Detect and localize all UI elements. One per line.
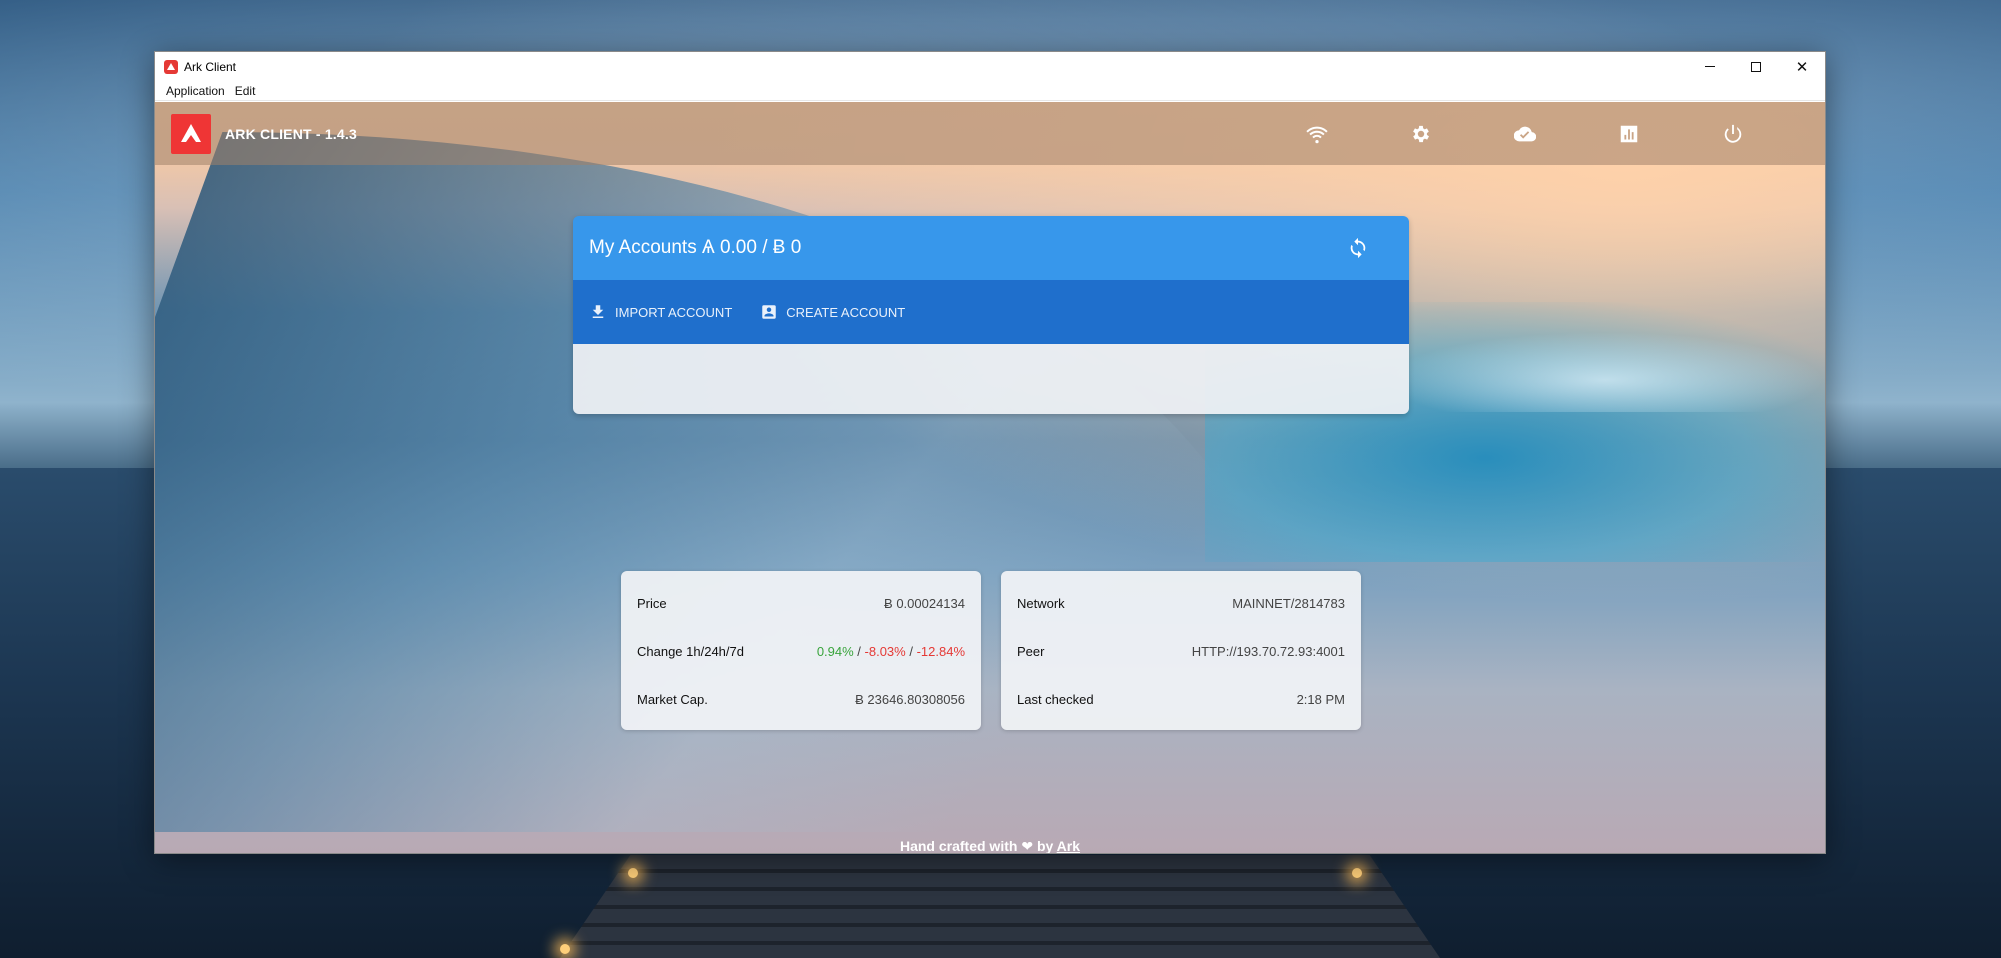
- cloud-done-icon: [1514, 126, 1536, 141]
- menu-bar: Application Edit: [155, 81, 1825, 101]
- desktop-pier: [560, 855, 1440, 958]
- peer-label: Peer: [1017, 643, 1045, 659]
- network-row: Network MAINNET/2814783: [1017, 579, 1345, 627]
- brand-title: ARK CLIENT - 1.4.3: [225, 125, 357, 142]
- change-separator: /: [853, 643, 865, 659]
- accounts-actions: IMPORT ACCOUNT CREATE ACCOUNT: [573, 280, 1409, 344]
- import-account-button[interactable]: IMPORT ACCOUNT: [589, 303, 732, 321]
- footer-by: by: [1036, 838, 1054, 854]
- price-value: Ƀ 0.00024134: [884, 595, 965, 611]
- ark-link[interactable]: Ark: [1057, 838, 1080, 853]
- price-label: Price: [637, 595, 667, 611]
- footer-text: Hand crafted with: [899, 838, 1018, 854]
- peer-row: Peer HTTP://193.70.72.93:4001: [1017, 627, 1345, 675]
- chart-icon: [1620, 125, 1638, 142]
- settings-button[interactable]: [1369, 102, 1473, 165]
- pier-light: [560, 944, 570, 954]
- change-1h: 0.94%: [816, 643, 854, 659]
- change-separator: /: [905, 643, 917, 659]
- market-card: Price Ƀ 0.00024134 Change 1h/24h/7d 0.94…: [621, 571, 981, 730]
- last-checked-value: 2:18 PM: [1296, 691, 1345, 707]
- network-button[interactable]: [1265, 102, 1369, 165]
- import-account-label: IMPORT ACCOUNT: [615, 304, 733, 320]
- gear-icon: [1413, 125, 1429, 142]
- market-cap-value: Ƀ 23646.80308056: [855, 691, 965, 707]
- accounts-card: My Accounts Ѧ 0.00 / Ƀ 0 IMPORT ACCOUNT …: [573, 216, 1409, 414]
- market-cap-row: Market Cap. Ƀ 23646.80308056: [637, 675, 965, 723]
- stats-button[interactable]: [1577, 102, 1681, 165]
- refresh-button[interactable]: [1347, 237, 1369, 259]
- sync-status-button[interactable]: [1473, 102, 1577, 165]
- app-content: ARK CLIENT - 1.4.3 My Accounts Ѧ 0.00 / …: [155, 102, 1825, 854]
- maximize-button[interactable]: [1733, 52, 1779, 81]
- change-7d: -12.84%: [916, 643, 965, 659]
- network-label: Network: [1017, 595, 1065, 611]
- power-icon: [1724, 124, 1742, 143]
- accounts-header: My Accounts Ѧ 0.00 / Ƀ 0: [573, 216, 1409, 280]
- close-button[interactable]: ✕: [1779, 52, 1825, 81]
- last-checked-label: Last checked: [1017, 691, 1094, 707]
- toolbar-icons: [1265, 102, 1785, 165]
- change-row: Change 1h/24h/7d 0.94% / -8.03% / -12.84…: [637, 627, 965, 675]
- network-value: MAINNET/2814783: [1232, 595, 1345, 611]
- title-bar[interactable]: Ark Client ✕: [155, 52, 1825, 81]
- quit-button[interactable]: [1681, 102, 1785, 165]
- contact-card-icon: [762, 305, 777, 319]
- create-account-button[interactable]: CREATE ACCOUNT: [760, 303, 905, 321]
- download-icon: [592, 305, 604, 318]
- pier-light: [1352, 868, 1362, 878]
- minimize-icon: [1705, 66, 1715, 67]
- accounts-title: My Accounts Ѧ 0.00 / Ƀ 0: [589, 237, 802, 258]
- market-cap-label: Market Cap.: [637, 691, 708, 707]
- app-window: Ark Client ✕ Application Edit ARK CLIENT…: [154, 51, 1826, 854]
- ark-logo: [171, 113, 211, 154]
- price-row: Price Ƀ 0.00024134: [637, 579, 965, 627]
- change-24h: -8.03%: [864, 643, 906, 659]
- maximize-icon: [1751, 61, 1761, 72]
- background-wave-foam: [1385, 332, 1825, 412]
- change-label: Change 1h/24h/7d: [637, 643, 744, 659]
- network-card: Network MAINNET/2814783 Peer HTTP://193.…: [1001, 571, 1361, 730]
- minimize-button[interactable]: [1687, 52, 1733, 81]
- ark-app-icon: [164, 59, 178, 74]
- wifi-icon: [1306, 126, 1328, 143]
- menu-application[interactable]: Application: [161, 84, 230, 98]
- peer-value: HTTP://193.70.72.93:4001: [1191, 643, 1345, 659]
- accounts-list: [573, 344, 1409, 414]
- pier-light: [628, 868, 638, 878]
- window-controls: ✕: [1687, 52, 1825, 81]
- close-icon: ✕: [1795, 58, 1809, 76]
- footer: Hand crafted with ❤ by Ark: [155, 838, 1825, 854]
- change-value: 0.94% / -8.03% / -12.84%: [817, 644, 965, 659]
- last-checked-row: Last checked 2:18 PM: [1017, 675, 1345, 723]
- top-toolbar: ARK CLIENT - 1.4.3: [155, 102, 1825, 165]
- window-title: Ark Client: [184, 59, 237, 74]
- refresh-icon: [1350, 237, 1366, 259]
- create-account-label: CREATE ACCOUNT: [786, 304, 906, 320]
- heart-icon: ❤: [1021, 838, 1034, 854]
- menu-edit[interactable]: Edit: [230, 84, 261, 98]
